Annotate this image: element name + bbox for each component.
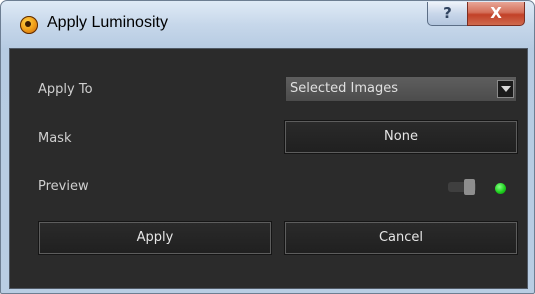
chevron-down-icon[interactable] [497, 80, 514, 98]
preview-toggle[interactable] [448, 178, 478, 196]
apply-to-label: Apply To [38, 82, 93, 97]
title-bar[interactable]: Apply Luminosity ? X [1, 1, 534, 47]
dialog-panel: Apply To Selected Images Mask None Previ… [9, 48, 528, 289]
cancel-button[interactable]: Cancel [285, 222, 517, 254]
mask-button[interactable]: None [285, 121, 517, 153]
apply-luminosity-dialog: Apply Luminosity ? X Apply To Selected I… [0, 0, 535, 294]
window-title: Apply Luminosity [47, 14, 168, 31]
apply-button[interactable]: Apply [39, 222, 271, 254]
close-button[interactable]: X [467, 2, 525, 26]
app-icon [20, 16, 38, 34]
toggle-knob[interactable] [464, 179, 475, 195]
apply-to-dropdown[interactable]: Selected Images [285, 76, 517, 102]
help-button[interactable]: ? [427, 2, 468, 26]
preview-status-led [495, 183, 506, 194]
apply-to-value: Selected Images [290, 81, 398, 96]
mask-label: Mask [38, 131, 72, 146]
preview-label: Preview [38, 179, 89, 194]
